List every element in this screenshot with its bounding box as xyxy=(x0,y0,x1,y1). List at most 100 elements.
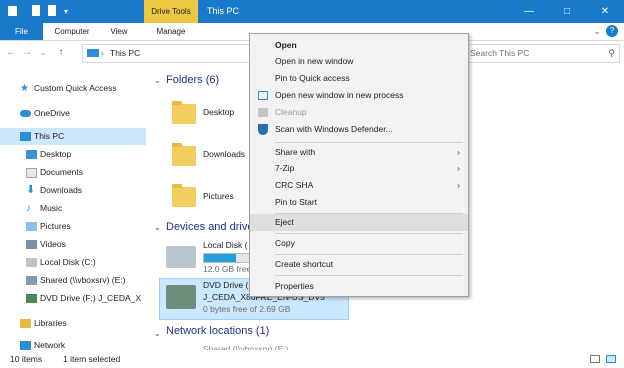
drive-icon xyxy=(26,258,37,267)
documents-folder-icon xyxy=(26,168,37,178)
pictures-folder-icon[interactable] xyxy=(172,184,196,207)
libraries-icon xyxy=(20,319,31,328)
menu-separator xyxy=(275,275,463,276)
downloads-folder-icon[interactable] xyxy=(172,143,196,166)
menu-separator xyxy=(275,254,463,255)
window-icon xyxy=(258,91,268,100)
network-icon xyxy=(20,341,31,350)
menu-item-open-new-process[interactable]: Open new window in new process xyxy=(250,87,468,104)
new-folder-icon[interactable] xyxy=(48,5,56,16)
folder-desktop-label[interactable]: Desktop xyxy=(203,107,234,117)
group-header-network[interactable]: Network locations (1) xyxy=(166,325,269,337)
group-header-folders[interactable]: Folders (6) xyxy=(166,74,219,86)
minimize-button[interactable]: — xyxy=(510,0,548,23)
up-icon[interactable]: ↑ xyxy=(54,46,68,60)
app-icon xyxy=(8,6,17,16)
menu-item-open[interactable]: Open xyxy=(250,37,468,54)
search-box[interactable]: Search This PC ⚲ xyxy=(466,44,620,63)
desktop-folder-icon xyxy=(26,150,37,159)
folder-downloads-label[interactable]: Downloads xyxy=(203,149,245,159)
music-folder-icon: ♪ xyxy=(26,203,31,214)
search-placeholder: Search This PC xyxy=(470,48,530,58)
local-disk-icon[interactable] xyxy=(166,246,196,268)
menu-item-eject[interactable]: Eject xyxy=(250,214,468,231)
submenu-arrow-icon: › xyxy=(457,180,460,190)
properties-icon[interactable] xyxy=(32,5,40,16)
nav-item-custom-quick-access[interactable]: ★ Custom Quick Access xyxy=(0,80,146,97)
nav-item-this-pc[interactable]: This PC xyxy=(0,128,146,145)
menu-item-scan-defender[interactable]: Scan with Windows Defender... xyxy=(250,121,468,138)
navigation-pane: ★ Custom Quick Access OneDrive This PC D… xyxy=(0,66,148,350)
local-disk-usage-fill xyxy=(204,254,237,262)
defender-icon xyxy=(258,124,268,135)
local-disk-name[interactable]: Local Disk ( xyxy=(203,240,249,250)
tab-manage[interactable]: Manage xyxy=(146,23,196,40)
nav-item-local-disk[interactable]: Local Disk (C:) xyxy=(0,254,146,271)
menu-item-pin-start[interactable]: Pin to Start xyxy=(250,194,468,211)
nav-item-shared[interactable]: Shared (\\vboxsrv) (E:) xyxy=(0,272,146,289)
desktop-folder-icon[interactable] xyxy=(172,101,196,124)
collapse-folders-icon[interactable]: ⌄ xyxy=(154,76,161,85)
nav-item-music[interactable]: ♪ Music xyxy=(0,200,146,217)
tab-computer[interactable]: Computer xyxy=(47,23,97,40)
forward-icon[interactable]: → xyxy=(20,46,34,60)
nav-item-downloads[interactable]: ⬇ Downloads xyxy=(0,182,146,199)
menu-item-open-new-window[interactable]: Open in new window xyxy=(250,53,468,70)
details-view-icon[interactable] xyxy=(590,355,600,363)
help-icon[interactable]: ? xyxy=(606,25,618,37)
recent-locations-icon[interactable]: ⌄ xyxy=(36,46,50,60)
nav-item-libraries[interactable]: Libraries xyxy=(0,315,146,332)
menu-separator xyxy=(275,233,463,234)
maximize-button[interactable]: □ xyxy=(548,0,586,23)
submenu-arrow-icon: › xyxy=(457,163,460,173)
dvd-drive-icon xyxy=(26,294,37,303)
breadcrumb-chevron-icon[interactable]: › xyxy=(101,45,104,62)
menu-item-7zip[interactable]: 7-Zip › xyxy=(250,160,468,177)
tiles-view-icon[interactable] xyxy=(606,355,616,363)
tab-view[interactable]: View xyxy=(100,23,138,40)
network-drive-icon xyxy=(26,276,37,285)
cloud-icon xyxy=(20,110,31,117)
nav-item-desktop[interactable]: Desktop xyxy=(0,146,146,163)
nav-item-documents[interactable]: Documents xyxy=(0,164,146,181)
selection-count: 1 item selected xyxy=(63,354,121,364)
computer-icon xyxy=(87,49,99,57)
menu-item-cleanup: Cleanup xyxy=(250,104,468,121)
dvd-drive-name: DVD Drive ( xyxy=(203,280,249,290)
local-disk-free: 12.0 GB free xyxy=(203,264,252,274)
menu-item-properties[interactable]: Properties xyxy=(250,278,468,295)
title-bar: ▾ Drive Tools This PC — □ ✕ xyxy=(0,0,624,23)
nav-item-videos[interactable]: Videos xyxy=(0,236,146,253)
local-disk-usage-bar xyxy=(203,253,251,263)
tab-file[interactable]: File xyxy=(0,23,43,40)
close-button[interactable]: ✕ xyxy=(586,0,624,23)
menu-item-create-shortcut[interactable]: Create shortcut xyxy=(250,256,468,273)
drive-tools-contextual-tab[interactable]: Drive Tools xyxy=(144,0,198,23)
menu-item-crc-sha[interactable]: CRC SHA › xyxy=(250,177,468,194)
star-icon: ★ xyxy=(20,83,29,94)
address-path: This PC xyxy=(110,48,141,58)
window-title: This PC xyxy=(207,6,240,16)
submenu-arrow-icon: › xyxy=(457,147,460,157)
search-icon[interactable]: ⚲ xyxy=(608,45,615,62)
context-menu: Open Open in new window Pin to Quick acc… xyxy=(249,33,469,297)
collapse-devices-icon[interactable]: ⌄ xyxy=(154,223,161,232)
dvd-drive-free: 0 bytes free of 2.69 GB xyxy=(203,304,291,314)
group-header-devices[interactable]: Devices and drives xyxy=(166,221,250,233)
computer-icon xyxy=(20,132,31,141)
nav-item-dvd-drive[interactable]: DVD Drive (F:) J_CEDA_X xyxy=(0,290,146,307)
videos-folder-icon xyxy=(26,240,37,249)
menu-item-copy[interactable]: Copy xyxy=(250,235,468,252)
collapse-network-icon[interactable]: ⌄ xyxy=(154,329,161,338)
menu-separator xyxy=(275,142,463,143)
nav-item-onedrive[interactable]: OneDrive xyxy=(0,105,146,122)
back-icon[interactable]: ← xyxy=(4,46,18,60)
menu-item-pin-quick-access[interactable]: Pin to Quick access xyxy=(250,70,468,87)
menu-item-share-with[interactable]: Share with › xyxy=(250,144,468,161)
nav-item-pictures[interactable]: Pictures xyxy=(0,218,146,235)
customize-qat-icon[interactable]: ▾ xyxy=(64,8,74,21)
cleanup-icon xyxy=(258,108,268,117)
expand-ribbon-icon[interactable]: ⌄ xyxy=(590,23,604,40)
folder-pictures-label[interactable]: Pictures xyxy=(203,191,234,201)
dvd-drive-icon xyxy=(166,285,196,309)
